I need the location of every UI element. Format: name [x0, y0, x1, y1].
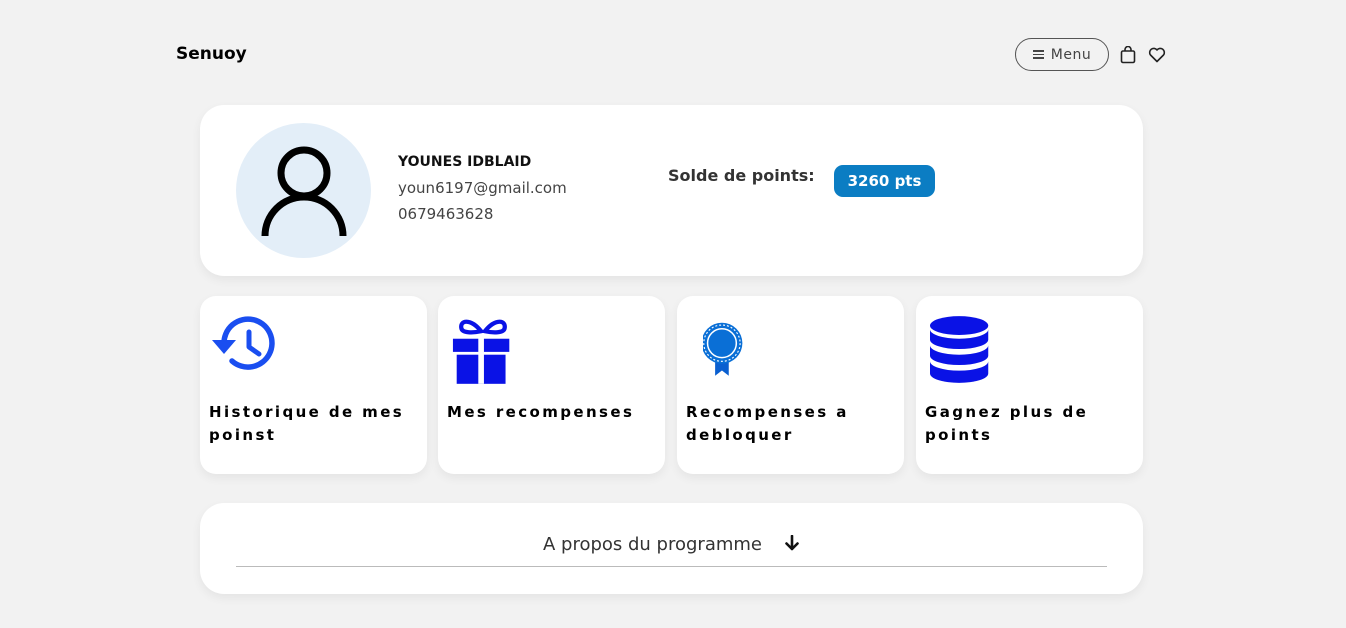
hamburger-icon [1032, 50, 1044, 59]
award-ribbon-icon [687, 314, 753, 386]
user-email: youn6197@gmail.com [398, 179, 567, 197]
avatar [236, 123, 371, 258]
tile-points-history[interactable]: Historique de mes poinst [200, 296, 427, 474]
tile-label: Mes recompenses [447, 403, 635, 421]
site-header: Senuoy Menu [0, 0, 1346, 110]
tile-earn-more-points[interactable]: Gagnez plus de points [916, 296, 1143, 474]
menu-label: Menu [1050, 46, 1092, 63]
arrow-down-icon [784, 534, 800, 555]
tile-label: Historique de mes poinst [209, 403, 405, 444]
tile-label: Gagnez plus de points [925, 403, 1089, 444]
tile-label: Recompenses a debloquer [686, 403, 849, 444]
points-balance-label: Solde de points: [668, 166, 815, 185]
gift-icon [448, 314, 514, 386]
points-badge: 3260 pts [834, 165, 935, 197]
tile-unlockable-rewards[interactable]: Recompenses a debloquer [677, 296, 904, 474]
user-name: YOUNES IDBLAID [398, 154, 532, 170]
history-icon [210, 314, 276, 386]
shopping-bag-icon[interactable] [1118, 45, 1138, 65]
heart-icon[interactable] [1147, 45, 1167, 65]
about-program-toggle[interactable]: A propos du programme [236, 523, 1107, 567]
database-icon [926, 314, 992, 386]
tile-my-rewards[interactable]: Mes recompenses [438, 296, 665, 474]
user-phone: 0679463628 [398, 205, 494, 223]
about-program-label: A propos du programme [542, 534, 762, 555]
menu-button[interactable]: Menu [1015, 38, 1109, 71]
profile-card: YOUNES IDBLAID youn6197@gmail.com 067946… [200, 105, 1143, 276]
user-icon [261, 146, 346, 236]
site-logo[interactable]: Senuoy [176, 44, 247, 64]
about-program-card: A propos du programme [200, 503, 1143, 594]
